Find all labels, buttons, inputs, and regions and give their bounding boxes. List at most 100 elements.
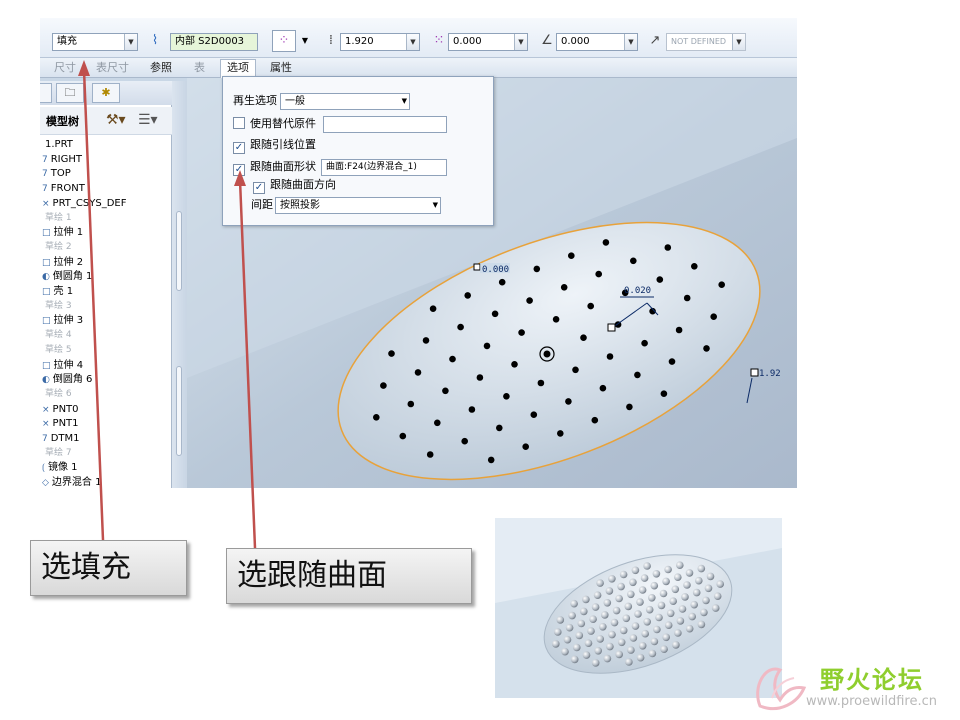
tree-item-icon: ◐ xyxy=(42,375,50,386)
tools-icon[interactable]: ⚒▾ xyxy=(106,112,126,128)
result-bump xyxy=(702,596,710,605)
navigator-tabs: 🗀 ✱ xyxy=(40,81,172,105)
tree-item-icon: 7 xyxy=(42,154,48,165)
show-settings-icon[interactable]: ☰▾ xyxy=(138,112,158,128)
pattern-point xyxy=(426,451,434,458)
tree-item[interactable]: □ 拉伸 1 xyxy=(42,225,83,240)
splitter-grip[interactable] xyxy=(176,366,182,456)
splitter-grip[interactable] xyxy=(176,211,182,291)
pattern-dashboard-toolbar: 填充 ▼ ⌇ 内部 S2D0003 ⁘ ▼ ⁞ 1.920 ▼ ⁙ 0.000 … xyxy=(40,18,797,58)
pattern-point xyxy=(511,361,518,368)
tree-item-label: TOP xyxy=(50,168,71,180)
tree-item[interactable]: 7 RIGHT xyxy=(42,152,82,167)
tree-item[interactable]: 1.PRT xyxy=(42,137,73,152)
tree-item[interactable]: 草绘 1 xyxy=(42,211,72,226)
panel-splitter[interactable] xyxy=(172,81,187,488)
tree-item[interactable]: □ 拉伸 2 xyxy=(42,255,83,270)
result-bump xyxy=(622,614,631,623)
tree-item-label: PNT0 xyxy=(52,403,79,415)
pattern-point xyxy=(557,430,564,437)
tree-item[interactable]: 草绘 3 xyxy=(42,299,72,314)
dimension-0020[interactable]: 0.020 xyxy=(624,286,651,296)
pattern-type-select[interactable]: 填充 ▼ xyxy=(52,33,138,51)
result-bump xyxy=(685,569,694,577)
follow-leader-checkbox[interactable]: ✓ xyxy=(233,142,245,154)
tree-item-icon: ⟮ xyxy=(42,463,45,474)
tab-dimensions[interactable]: 尺寸 xyxy=(48,60,82,78)
result-bump xyxy=(563,635,572,644)
angle-input[interactable]: 0.000 ▼ xyxy=(556,33,638,51)
result-bump xyxy=(584,639,593,647)
result-bump xyxy=(648,649,657,658)
chevron-down-icon[interactable]: ▼ xyxy=(296,32,314,50)
tree-item[interactable]: × PRT_CSYS_DEF xyxy=(42,196,126,211)
result-bump xyxy=(593,591,602,599)
sketch-placement-field[interactable]: 内部 S2D0003 xyxy=(170,33,258,51)
sketch-icon[interactable]: ⌇ xyxy=(146,32,164,50)
follow-direction-row[interactable]: ✓ 跟随曲面方向 xyxy=(253,177,336,194)
tree-item-label: 拉伸 4 xyxy=(53,359,84,371)
pattern-point xyxy=(572,366,579,374)
folder-tab[interactable]: 🗀 xyxy=(56,83,84,103)
alt-origin-checkbox[interactable] xyxy=(233,117,245,129)
favorites-tab[interactable]: ✱ xyxy=(92,83,120,103)
follow-direction-checkbox[interactable]: ✓ xyxy=(253,182,265,194)
tree-item[interactable]: × PNT0 xyxy=(42,402,79,417)
grid-pattern-icon[interactable]: ⁘ xyxy=(272,30,296,52)
tree-item[interactable]: 7 DTM1 xyxy=(42,431,80,446)
tree-item[interactable]: 7 TOP xyxy=(42,166,71,181)
alt-origin-row[interactable]: 使用替代原件 xyxy=(233,116,316,132)
result-bump xyxy=(683,581,691,589)
angle-value: 0.000 xyxy=(561,36,590,47)
tree-item[interactable]: 7 FRONT xyxy=(42,181,85,196)
offset-input[interactable]: 0.000 ▼ xyxy=(448,33,528,51)
tree-item[interactable]: ◐ 倒圆角 6 xyxy=(42,372,92,387)
spacing-icon: ⁞ xyxy=(328,33,334,48)
not-defined-select[interactable]: NOT DEFINED ▼ xyxy=(666,33,746,51)
dimension-0000[interactable]: 0.000 xyxy=(482,265,509,275)
tree-item[interactable]: □ 壳 1 xyxy=(42,284,73,299)
tab-table-dimensions[interactable]: 表尺寸 xyxy=(90,60,135,78)
follow-surface-row[interactable]: ✓ 跟随曲面形状 xyxy=(233,159,316,176)
tree-item[interactable]: □ 拉伸 4 xyxy=(42,358,83,373)
follow-surface-checkbox[interactable]: ✓ xyxy=(233,164,245,176)
regen-option-select[interactable]: 一般 ▼ xyxy=(280,93,410,110)
pattern-point xyxy=(560,284,568,291)
dimension-handle[interactable] xyxy=(750,368,759,377)
star-icon: ✱ xyxy=(101,86,111,99)
result-bump xyxy=(608,630,616,639)
tab-table[interactable]: 表 xyxy=(188,60,211,78)
tree-item[interactable]: × PNT1 xyxy=(42,416,79,431)
tree-item[interactable]: 草绘 5 xyxy=(42,343,72,358)
follow-leader-row[interactable]: ✓ 跟随引线位置 xyxy=(233,137,316,154)
alt-origin-field[interactable] xyxy=(323,116,447,133)
result-bump xyxy=(645,605,654,614)
dimension-192[interactable]: 1.92 xyxy=(759,369,781,379)
tree-tab-model[interactable] xyxy=(40,83,52,103)
tree-item-label: 草绘 2 xyxy=(45,241,72,252)
result-bump xyxy=(587,627,595,635)
pattern-point xyxy=(530,411,538,419)
dimension-handle[interactable] xyxy=(607,323,616,332)
tree-item[interactable]: 草绘 6 xyxy=(42,387,72,402)
result-bump xyxy=(568,611,576,620)
spacing-method-select[interactable]: 按照投影 ▼ xyxy=(275,197,441,214)
tab-references[interactable]: 参照 xyxy=(144,60,178,78)
surface-reference-field[interactable]: 曲面:F24(边界混合_1) xyxy=(321,159,447,176)
pattern-point xyxy=(380,382,387,389)
tree-item[interactable]: ◐ 倒圆角 1 xyxy=(42,269,92,284)
tree-item[interactable]: 草绘 4 xyxy=(42,328,72,343)
tree-item[interactable]: ⟮ 镜像 1 xyxy=(42,460,78,475)
tree-item[interactable]: □ 拉伸 3 xyxy=(42,313,83,328)
result-bump xyxy=(674,573,682,581)
spacing-input[interactable]: 1.920 ▼ xyxy=(340,33,420,51)
tree-item-icon: × xyxy=(42,419,50,430)
tree-item[interactable]: 草绘 2 xyxy=(42,240,72,255)
dimension-handle[interactable] xyxy=(473,263,481,271)
tree-item[interactable]: 草绘 7 xyxy=(42,446,72,461)
tree-item[interactable]: ◇ 边界混合 1 xyxy=(42,475,101,488)
result-bump xyxy=(625,658,633,666)
offset-value: 0.000 xyxy=(453,36,482,47)
result-bump xyxy=(664,621,673,629)
surface-reference-value: 曲面:F24(边界混合_1) xyxy=(326,162,417,172)
